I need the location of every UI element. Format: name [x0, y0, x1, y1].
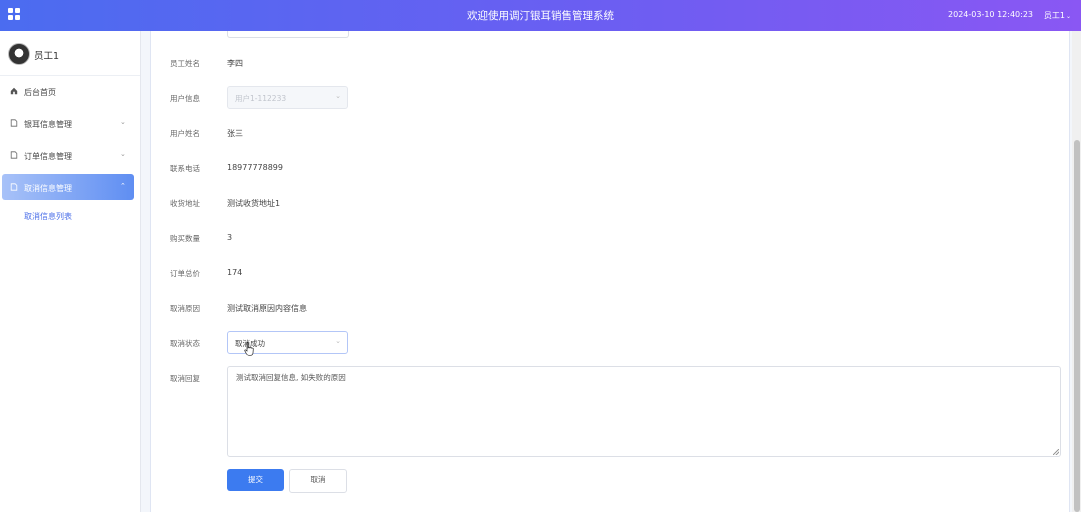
field-value: 测试取消原因内容信息 — [227, 304, 307, 313]
hand-cursor-icon — [244, 342, 254, 356]
sidebar-item-product[interactable]: 银耳信息管理 ⌄ — [0, 108, 140, 140]
field-label: 取消回复 — [170, 374, 200, 383]
user-menu[interactable]: 员工1⌄ — [1044, 10, 1071, 21]
sidebar-item-home[interactable]: 后台首页 — [0, 76, 140, 108]
document-icon — [10, 119, 18, 127]
user-menu-label: 员工1 — [1043, 11, 1065, 20]
select-value: 用户1-112233 — [235, 94, 287, 103]
sidebar-item-label: 订单信息管理 — [24, 152, 72, 161]
cancel-reply-textarea[interactable]: 测试取消回复信息, 如失败的原因 — [227, 366, 1061, 457]
document-icon — [10, 183, 18, 191]
user-profile: 员工1 — [0, 31, 140, 76]
avatar — [8, 43, 30, 65]
chevron-down-icon: ⌄ — [335, 337, 341, 345]
sidebar-item-orders[interactable]: 订单信息管理 ⌄ — [0, 140, 140, 172]
user-info-select: 用户1-112233 ⌄ — [227, 86, 348, 109]
sidebar: 员工1 后台首页 银耳信息管理 ⌄ 订单信息管理 ⌄ 取消信息管理 ⌃ 取消信息… — [0, 31, 141, 512]
field-label: 购买数量 — [170, 234, 200, 243]
submit-button[interactable]: 提交 — [227, 469, 284, 491]
field-value: 张三 — [227, 129, 243, 138]
sidebar-item-cancellations[interactable]: 取消信息管理 ⌃ — [0, 172, 140, 204]
field-label: 用户姓名 — [170, 129, 200, 138]
home-icon — [10, 87, 18, 95]
profile-name: 员工1 — [34, 51, 60, 62]
field-value: 李四 — [227, 59, 243, 68]
sidebar-subitem-label: 取消信息列表 — [24, 212, 72, 221]
chevron-down-icon: ⌄ — [120, 118, 126, 126]
field-value: 18977778899 — [227, 163, 283, 172]
sidebar-item-label: 后台首页 — [24, 88, 56, 97]
field-label: 用户信息 — [170, 94, 200, 103]
sidebar-item-label: 取消信息管理 — [24, 184, 72, 193]
field-value: 测试收货地址1 — [227, 199, 281, 208]
datetime: 2024-03-10 12:40:23 — [948, 10, 1033, 19]
chevron-down-icon: ⌄ — [120, 150, 126, 158]
top-bar: 欢迎使用调汀银耳销售管理系统 2024-03-10 12:40:23 员工1⌄ — [0, 0, 1081, 31]
field-label: 取消原因 — [170, 304, 200, 313]
partial-input[interactable] — [227, 31, 349, 38]
textarea-value: 测试取消回复信息, 如失败的原因 — [236, 373, 346, 382]
resize-handle-icon[interactable] — [1053, 449, 1059, 455]
document-icon — [10, 151, 18, 159]
field-label: 取消状态 — [170, 339, 200, 348]
chevron-up-icon: ⌃ — [120, 182, 126, 190]
field-label: 订单总价 — [170, 269, 200, 278]
field-label: 员工姓名 — [170, 59, 200, 68]
field-label: 联系电话 — [170, 164, 200, 173]
sidebar-item-label: 银耳信息管理 — [24, 120, 72, 129]
sidebar-subitem-cancel-list[interactable]: 取消信息列表 — [0, 204, 140, 230]
cancel-button[interactable]: 取消 — [289, 469, 347, 493]
field-label: 收货地址 — [170, 199, 200, 208]
chevron-down-icon: ⌄ — [1065, 13, 1071, 20]
field-value: 174 — [227, 268, 243, 277]
scrollbar-thumb[interactable] — [1074, 140, 1080, 512]
field-value: 3 — [227, 233, 233, 242]
app-title: 欢迎使用调汀银耳销售管理系统 — [467, 10, 614, 22]
chevron-down-icon: ⌄ — [335, 92, 341, 100]
